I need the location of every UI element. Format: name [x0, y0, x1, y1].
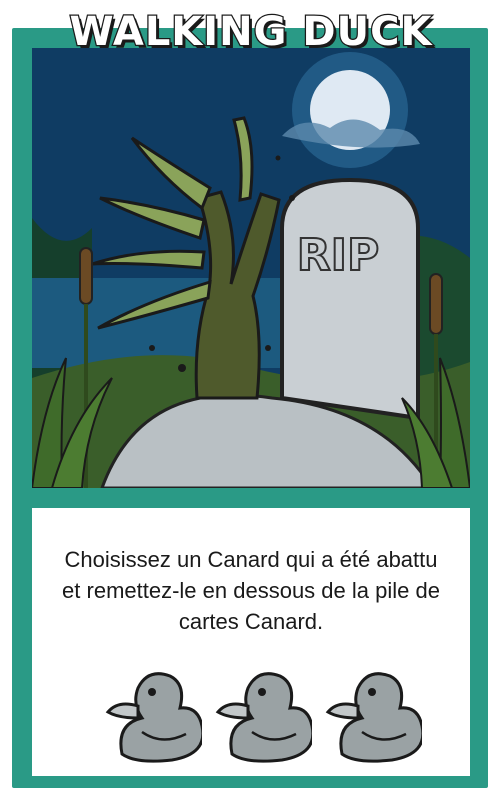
duck-icon [102, 666, 202, 774]
card-illustration: RIP [32, 48, 470, 488]
tombstone-text: RIP [297, 230, 380, 281]
tombstone-icon [280, 177, 420, 421]
rule-line-3: cartes Canard. [178, 609, 324, 634]
card-title-banner: WALKING DUCK [28, 4, 474, 60]
duck-row [32, 666, 470, 776]
card-title: WALKING DUCK [68, 8, 433, 57]
duck-icon [212, 666, 312, 774]
zombie-hand-from-grave-icon: RIP [32, 48, 470, 488]
rule-text: Choisissez un Canard qui a été abattu et… [32, 544, 470, 637]
rules-panel: Choisissez un Canard qui a été abattu et… [32, 508, 470, 776]
rule-line-2: et remettez-le en dessous de la pile de [62, 578, 440, 603]
duck-icon [322, 666, 422, 774]
rule-line-1: Choisissez un Canard qui a été abattu [64, 547, 438, 572]
